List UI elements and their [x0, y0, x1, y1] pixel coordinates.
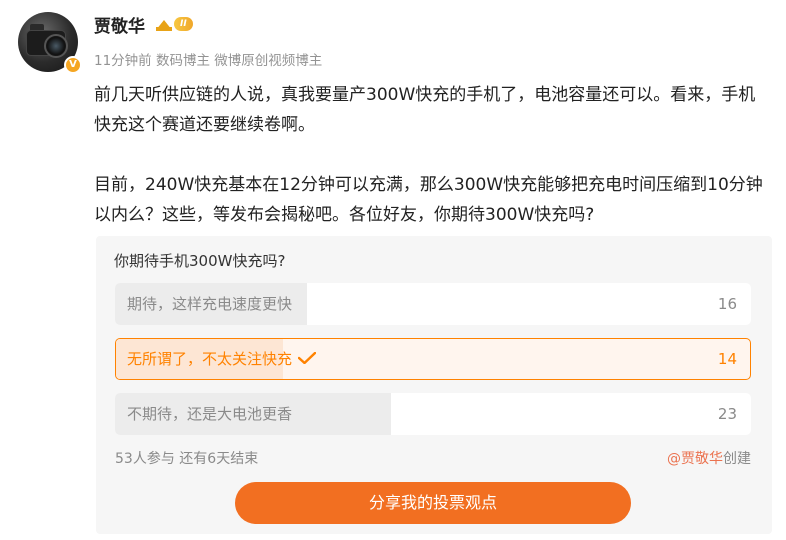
- post-time: 11分钟前: [94, 53, 152, 69]
- poll-card: 你期待手机300W快充吗? 期待，这样充电速度更快 16 无所谓了，不太关注快充…: [96, 236, 772, 534]
- poll-option-label: 期待，这样充电速度更快: [127, 295, 293, 313]
- share-vote-button[interactable]: 分享我的投票观点: [235, 482, 631, 524]
- poll-option-label: 不期待，还是大电池更香: [127, 405, 293, 423]
- poll-option-label-wrap: 无所谓了，不太关注快充: [127, 339, 317, 379]
- poll-option[interactable]: 不期待，还是大电池更香 23: [115, 393, 751, 435]
- poll-option-count: 23: [717, 405, 737, 423]
- poll-participants: 53人参与: [115, 451, 175, 467]
- poll-creator-link[interactable]: @贾敬华: [667, 451, 723, 467]
- author-tags: 数码博主 微博原创视频博主: [155, 53, 323, 69]
- poll-remaining: 还有6天结束: [179, 451, 259, 467]
- poll-option-count: 16: [717, 295, 737, 313]
- poll-title: 你期待手机300W快充吗?: [114, 252, 286, 270]
- post-paragraph: 目前，240W快充基本在12分钟可以充满，那么300W快充能够把充电时间压缩到1…: [94, 175, 763, 225]
- post-paragraph: 前几天听供应链的人说，真我要量产300W快充的手机了，电池容量还可以。看来，手机…: [94, 85, 756, 135]
- poll-footer: 53人参与 还有6天结束 @贾敬华创建: [115, 448, 751, 468]
- poll-creator-suffix: 创建: [723, 451, 751, 467]
- post-meta: 11分钟前 数码博主 微博原创视频博主: [94, 49, 322, 69]
- poll-creator: @贾敬华创建: [667, 448, 751, 468]
- author-avatar[interactable]: V: [18, 12, 82, 76]
- vip-level: II: [174, 17, 193, 31]
- check-icon: [298, 351, 317, 364]
- poll-option-selected[interactable]: 无所谓了，不太关注快充 14: [115, 338, 751, 380]
- poll-option-count: 14: [717, 350, 737, 368]
- author-name[interactable]: 贾敬华: [94, 12, 145, 37]
- post-body: 前几天听供应链的人说，真我要量产300W快充的手机了，电池容量还可以。看来，手机…: [94, 80, 764, 230]
- poll-option-label: 无所谓了，不太关注快充: [127, 350, 293, 368]
- verified-badge-icon: V: [64, 56, 82, 74]
- crown-icon: [155, 16, 173, 32]
- vip-badge[interactable]: II: [155, 15, 193, 33]
- poll-option[interactable]: 期待，这样充电速度更快 16: [115, 283, 751, 325]
